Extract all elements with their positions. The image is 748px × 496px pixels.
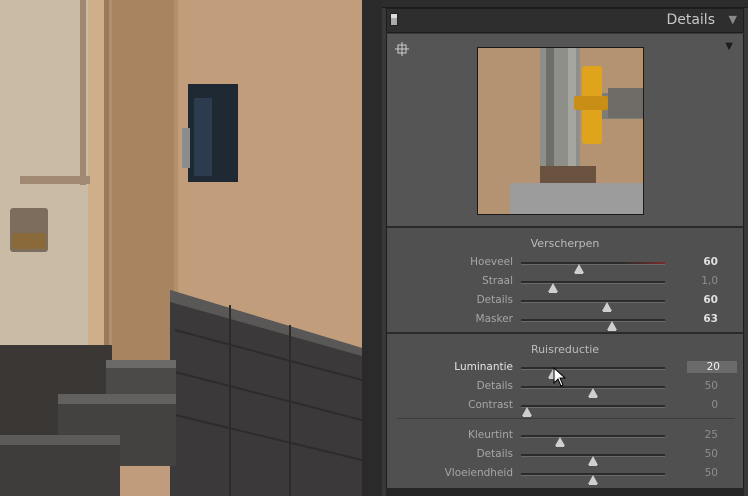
detail-preview-section: ▼ bbox=[386, 34, 744, 226]
noise-divider bbox=[397, 418, 735, 419]
sharpen-detail-value[interactable]: 60 bbox=[678, 294, 718, 306]
sharpen-detail-slider-thumb[interactable] bbox=[602, 302, 613, 312]
slider-row-amount: Hoeveel 60 bbox=[387, 255, 743, 274]
luminance-detail-value[interactable]: 50 bbox=[678, 380, 718, 392]
noise-reduction-section: Ruisreductie Luminantie 20 Details 50 Co… bbox=[386, 332, 744, 488]
color-slider[interactable] bbox=[521, 435, 665, 447]
panel-title: Details bbox=[666, 12, 715, 28]
target-crosshair-icon[interactable] bbox=[395, 42, 409, 56]
noise-reduction-title: Ruisreductie bbox=[530, 343, 600, 356]
radius-slider-thumb[interactable] bbox=[547, 283, 558, 293]
amount-slider-thumb[interactable] bbox=[573, 264, 584, 274]
preview-collapse-icon[interactable]: ▼ bbox=[725, 41, 733, 52]
color-slider-thumb[interactable] bbox=[554, 437, 565, 447]
color-value[interactable]: 25 bbox=[678, 429, 718, 441]
masking-label: Masker bbox=[475, 313, 513, 325]
luminance-detail-label: Details bbox=[476, 380, 513, 392]
slider-row-smoothness: Vloeiendheid 50 bbox=[387, 466, 743, 485]
contrast-label: Contrast bbox=[468, 399, 513, 411]
detail-preview-image[interactable] bbox=[477, 47, 644, 215]
sharpen-detail-label: Details bbox=[476, 294, 513, 306]
color-detail-slider[interactable] bbox=[521, 454, 665, 466]
radius-value[interactable]: 1,0 bbox=[678, 275, 718, 287]
color-detail-label: Details bbox=[476, 448, 513, 460]
masking-slider-thumb[interactable] bbox=[606, 321, 617, 331]
panel-menu-icon[interactable]: ▼ bbox=[729, 14, 737, 26]
amount-slider[interactable] bbox=[521, 262, 665, 274]
radius-label: Straal bbox=[482, 275, 513, 287]
amount-label: Hoeveel bbox=[470, 256, 513, 268]
preview-pipe-image bbox=[478, 48, 643, 214]
color-label: Kleurtint bbox=[467, 429, 513, 441]
panel-divider[interactable] bbox=[362, 0, 382, 496]
luminance-value[interactable]: 20 bbox=[687, 361, 737, 373]
panel-switch-toggle[interactable] bbox=[390, 13, 398, 26]
slider-row-sharpen-detail: Details 60 bbox=[387, 293, 743, 312]
radius-slider[interactable] bbox=[521, 281, 665, 293]
photo-image bbox=[0, 0, 362, 496]
contrast-slider-thumb[interactable] bbox=[521, 407, 532, 417]
luminance-detail-slider-thumb[interactable] bbox=[588, 388, 598, 398]
amount-value[interactable]: 60 bbox=[678, 256, 718, 268]
panel-bottom-edge bbox=[386, 488, 744, 496]
contrast-slider[interactable] bbox=[521, 405, 665, 417]
details-panel: Details ▼ ▼ Verscherpen Hoeveel 60 Straa… bbox=[382, 0, 748, 496]
sharpen-section: Verscherpen Hoeveel 60 Straal 1,0 Detail… bbox=[386, 226, 744, 332]
luminance-slider[interactable] bbox=[521, 367, 665, 379]
sharpen-title: Verscherpen bbox=[530, 237, 600, 250]
smoothness-label: Vloeiendheid bbox=[444, 467, 513, 479]
luminance-label: Luminantie bbox=[454, 361, 513, 373]
panel-top-edge bbox=[382, 0, 748, 8]
sharpen-detail-slider[interactable] bbox=[521, 300, 665, 312]
panel-header[interactable]: Details ▼ bbox=[386, 8, 744, 33]
slider-row-color-detail: Details 50 bbox=[387, 447, 743, 466]
slider-row-color: Kleurtint 25 bbox=[387, 428, 743, 447]
contrast-value[interactable]: 0 bbox=[678, 399, 718, 411]
smoothness-value[interactable]: 50 bbox=[678, 467, 718, 479]
color-detail-value[interactable]: 50 bbox=[678, 448, 718, 460]
luminance-detail-slider[interactable] bbox=[521, 386, 665, 398]
masking-value[interactable]: 63 bbox=[678, 313, 718, 325]
slider-row-masking: Masker 63 bbox=[387, 312, 743, 331]
masking-slider[interactable] bbox=[521, 319, 665, 331]
smoothness-slider[interactable] bbox=[521, 473, 665, 485]
smoothness-slider-thumb[interactable] bbox=[588, 475, 598, 485]
slider-row-radius: Straal 1,0 bbox=[387, 274, 743, 293]
slider-row-contrast: Contrast 0 bbox=[387, 398, 743, 417]
mouse-cursor-icon bbox=[553, 367, 567, 387]
color-detail-slider-thumb[interactable] bbox=[588, 456, 598, 466]
photo-canvas[interactable] bbox=[0, 0, 362, 496]
